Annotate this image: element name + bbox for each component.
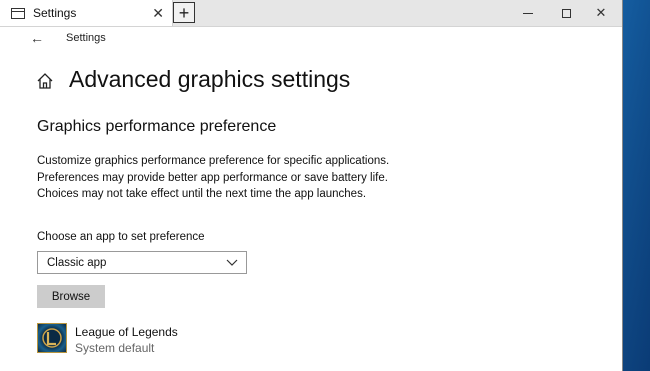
home-icon[interactable]	[36, 72, 54, 90]
chevron-down-icon	[226, 259, 238, 266]
league-of-legends-logo	[42, 328, 62, 348]
app-type-dropdown[interactable]: Classic app	[37, 251, 247, 274]
tab-close-icon[interactable]: ✕	[152, 5, 164, 21]
app-name[interactable]: League of Legends	[75, 325, 178, 339]
maximize-icon	[561, 8, 571, 18]
minimize-button[interactable]	[510, 0, 546, 26]
tab-title: Settings	[33, 6, 77, 20]
section-title: Graphics performance preference	[37, 118, 277, 135]
close-button[interactable]: ✕	[583, 0, 619, 26]
back-arrow-icon[interactable]: ←	[30, 30, 44, 46]
page-title: Advanced graphics settings	[69, 66, 351, 92]
close-icon: ✕	[595, 5, 607, 20]
settings-window: Settings ✕ + ✕ ← Settings Advanced graph…	[0, 0, 623, 371]
minimize-icon	[523, 12, 533, 14]
app-type-selected-value: Classic app	[47, 256, 107, 269]
window-icon	[11, 7, 25, 19]
maximize-button[interactable]	[548, 0, 584, 26]
choose-app-label: Choose an app to set preference	[37, 231, 205, 243]
title-bar: Settings ✕ + ✕	[0, 0, 622, 27]
tab-settings[interactable]: Settings ✕	[0, 0, 173, 26]
section-description: Customize graphics performance preferenc…	[37, 155, 390, 200]
browse-button[interactable]: Browse	[37, 285, 105, 308]
nav-title: Settings	[66, 32, 106, 44]
new-tab-button[interactable]: +	[173, 2, 195, 23]
league-of-legends-icon[interactable]	[37, 323, 67, 353]
app-preference: System default	[75, 341, 155, 355]
